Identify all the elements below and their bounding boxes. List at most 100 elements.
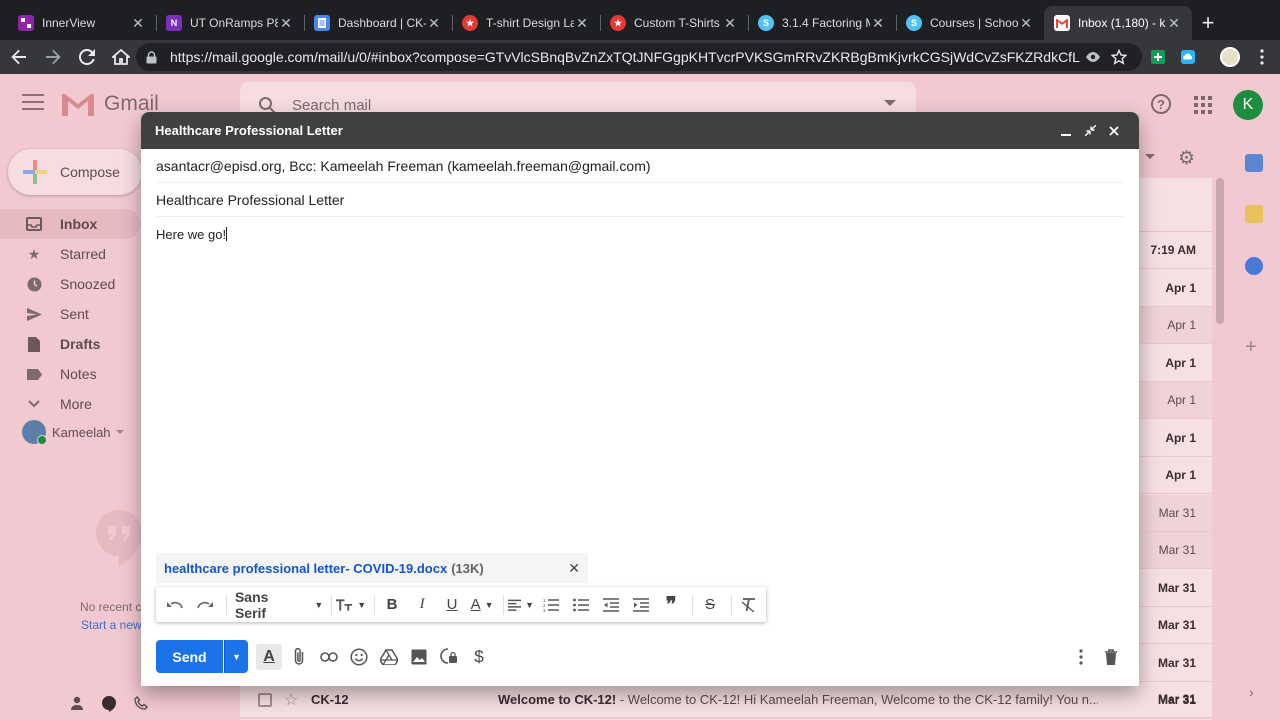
add-addon-icon[interactable]: + <box>1245 336 1257 359</box>
tab-close-icon[interactable]: ✕ <box>1166 15 1182 32</box>
insert-photo-icon[interactable] <box>406 644 432 670</box>
reload-button[interactable] <box>72 42 102 72</box>
browser-tab-strip: InnerView ✕ N UT OnRamps P8 ✕ Dashboard … <box>0 0 1280 40</box>
tab-close-icon[interactable]: ✕ <box>722 15 738 32</box>
sidebar-item-inbox[interactable]: Inbox <box>0 209 140 239</box>
attachment-chip[interactable]: healthcare professional letter- COVID-19… <box>156 553 588 583</box>
expand-panel-icon[interactable]: › <box>1249 684 1254 700</box>
tab-close-icon[interactable]: ✕ <box>574 15 590 32</box>
confidential-mode-icon[interactable] <box>436 644 462 670</box>
redo-icon[interactable] <box>192 593 218 617</box>
more-options-icon[interactable] <box>1068 644 1094 670</box>
eye-icon[interactable] <box>1080 44 1106 70</box>
bold-icon[interactable]: B <box>379 593 405 617</box>
tab-close-icon[interactable]: ✕ <box>130 15 146 32</box>
indent-less-icon[interactable] <box>598 593 624 617</box>
browser-tab[interactable]: S Courses | Schoo ✕ <box>896 6 1044 40</box>
apps-grid-icon[interactable] <box>1194 96 1212 114</box>
profile-avatar-icon[interactable] <box>1218 45 1242 69</box>
browser-tab-active[interactable]: Inbox (1,180) - k ✕ <box>1044 6 1192 40</box>
google-drive-icon[interactable] <box>376 644 402 670</box>
font-family-select[interactable]: Sans Serif ▼ <box>231 589 323 621</box>
emoji-icon[interactable] <box>346 644 372 670</box>
attachment-name[interactable]: healthcare professional letter- COVID-19… <box>164 561 447 576</box>
settings-gear-icon[interactable]: ⚙ <box>1178 147 1195 170</box>
back-button[interactable] <box>4 42 34 72</box>
font-size-icon[interactable]: ▼ <box>336 593 366 617</box>
browser-menu-icon[interactable] <box>1250 45 1274 69</box>
sidebar-item-snoozed[interactable]: Snoozed <box>0 269 140 299</box>
tab-close-icon[interactable]: ✕ <box>426 15 442 32</box>
browser-tab[interactable]: ★ Custom T-Shirts ✕ <box>600 6 748 40</box>
underline-icon[interactable]: U <box>439 593 465 617</box>
browser-tab[interactable]: S 3.1.4 Factoring M ✕ <box>748 6 896 40</box>
mail-list-scrollbar[interactable] <box>1216 178 1224 324</box>
url-text: https://mail.google.com/mail/u/0/#inbox?… <box>170 49 1080 65</box>
address-bar[interactable]: https://mail.google.com/mail/u/0/#inbox?… <box>136 43 1142 71</box>
hangouts-start-link[interactable]: Start a new <box>81 618 142 632</box>
recipients-field[interactable]: asantacr@episd.org, Bcc: Kameelah Freema… <box>156 149 1124 183</box>
send-money-icon[interactable]: $ <box>466 644 492 670</box>
hangouts-icon[interactable] <box>102 696 116 715</box>
phone-icon[interactable] <box>134 695 149 715</box>
forward-button[interactable] <box>38 42 68 72</box>
strikethrough-icon[interactable]: S <box>697 593 723 617</box>
row-subject-line: Welcome to CK-12! - Welcome to CK-12! Hi… <box>498 692 1098 707</box>
close-icon[interactable] <box>1103 121 1125 141</box>
new-tab-button[interactable]: + <box>1192 6 1224 40</box>
remove-attachment-icon[interactable]: ✕ <box>568 560 580 577</box>
subject-field[interactable]: Healthcare Professional Letter <box>156 183 1124 217</box>
bookmark-star-icon[interactable] <box>1106 44 1132 70</box>
sidebar-item-more[interactable]: More <box>0 389 140 419</box>
minimize-icon[interactable] <box>1055 121 1077 141</box>
extension-cloud-icon[interactable] <box>1176 45 1200 69</box>
hangouts-user[interactable]: Kameelah <box>22 420 124 445</box>
tasks-icon[interactable] <box>1245 257 1263 275</box>
sidebar-item-drafts[interactable]: Drafts <box>0 329 140 359</box>
compose-button[interactable]: Compose <box>8 149 142 195</box>
indent-more-icon[interactable] <box>628 593 654 617</box>
remove-formatting-icon[interactable] <box>736 593 762 617</box>
align-icon[interactable]: ▼ <box>508 593 534 617</box>
row-star-icon[interactable]: ☆ <box>284 690 298 710</box>
schedule-send-dropdown[interactable]: ▼ <box>224 640 248 673</box>
extension-sheets-icon[interactable] <box>1146 45 1170 69</box>
bulleted-list-icon[interactable] <box>568 593 594 617</box>
browser-tab[interactable]: N UT OnRamps P8 ✕ <box>156 6 304 40</box>
tab-close-icon[interactable]: ✕ <box>278 15 294 32</box>
browser-tab[interactable]: Dashboard | CK- ✕ <box>304 6 452 40</box>
row-checkbox[interactable] <box>258 693 272 707</box>
quote-icon[interactable]: ❞ <box>658 593 684 617</box>
attachment-size: (13K) <box>451 560 484 576</box>
browser-tab[interactable]: ★ T-shirt Design La ✕ <box>452 6 600 40</box>
exit-fullscreen-icon[interactable] <box>1079 121 1101 141</box>
caret-down-icon[interactable] <box>1145 154 1155 159</box>
message-body[interactable]: Here we go! <box>156 227 228 242</box>
tab-close-icon[interactable]: ✕ <box>870 15 886 32</box>
tab-close-icon[interactable]: ✕ <box>1018 15 1034 32</box>
insert-link-icon[interactable] <box>316 644 342 670</box>
main-menu-icon[interactable] <box>22 94 44 115</box>
discard-draft-icon[interactable] <box>1098 644 1124 670</box>
person-icon[interactable] <box>70 696 84 715</box>
text-color-icon[interactable]: A ▼ <box>469 593 495 617</box>
browser-tab[interactable]: InnerView ✕ <box>8 6 156 40</box>
search-options-icon[interactable] <box>884 100 896 106</box>
sidebar-item-notes[interactable]: Notes <box>0 359 140 389</box>
formatting-options-icon[interactable]: A <box>256 643 282 670</box>
sidebar-item-starred[interactable]: ★ Starred <box>0 239 140 269</box>
table-row[interactable]: ☆ CK-12 Welcome to CK-12! - Welcome to C… <box>240 681 1212 718</box>
account-avatar[interactable]: K <box>1233 90 1263 120</box>
help-icon[interactable]: ? <box>1151 94 1171 114</box>
keep-icon[interactable] <box>1245 205 1263 223</box>
undo-icon[interactable] <box>162 593 188 617</box>
attach-file-icon[interactable] <box>286 644 312 670</box>
send-button[interactable]: Send <box>156 640 223 673</box>
home-button[interactable] <box>106 42 136 72</box>
compose-header[interactable]: Healthcare Professional Letter <box>141 112 1139 149</box>
calendar-icon[interactable] <box>1245 154 1263 172</box>
italic-icon[interactable]: I <box>409 593 435 617</box>
sidebar-item-sent[interactable]: Sent <box>0 299 140 329</box>
numbered-list-icon[interactable]: 123 <box>538 593 564 617</box>
recipients-text: asantacr@episd.org, Bcc: Kameelah Freema… <box>156 157 651 174</box>
